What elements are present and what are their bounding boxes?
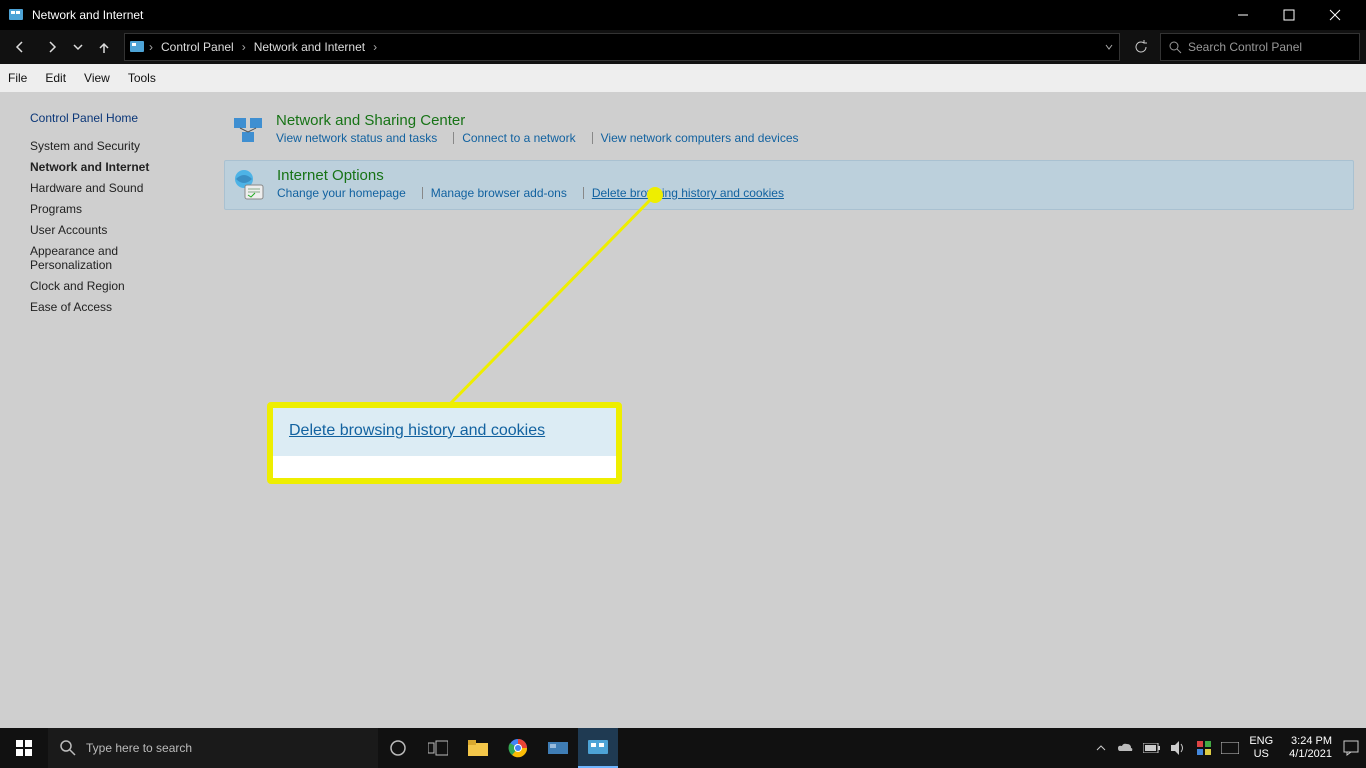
clock-date: 4/1/2021: [1289, 748, 1332, 761]
onedrive-icon[interactable]: [1117, 742, 1133, 754]
main-panel: Network and Sharing Center View network …: [212, 92, 1366, 728]
clock-time: 3:24 PM: [1291, 735, 1332, 748]
link-change-homepage[interactable]: Change your homepage: [277, 186, 414, 200]
menu-bar: File Edit View Tools: [0, 64, 1366, 92]
sidebar-item-ease-of-access[interactable]: Ease of Access: [30, 300, 194, 314]
maximize-button[interactable]: [1266, 0, 1312, 30]
content-area: Control Panel Home System and Security N…: [0, 92, 1366, 728]
notifications-icon[interactable]: [1342, 739, 1360, 757]
separator: [453, 132, 454, 144]
control-panel-window: Network and Internet › Control Panel › N…: [0, 0, 1366, 728]
security-icon[interactable]: [1197, 741, 1211, 755]
chevron-right-icon: ›: [242, 40, 246, 54]
search-input[interactable]: Search Control Panel: [1160, 33, 1360, 61]
sidebar-item-system-security[interactable]: System and Security: [30, 139, 194, 153]
lang-primary: ENG: [1249, 735, 1273, 748]
sidebar-item-clock-region[interactable]: Clock and Region: [30, 279, 194, 293]
control-panel-icon: [129, 39, 145, 55]
category-internet-options: Internet Options Change your homepage Ma…: [224, 160, 1354, 210]
file-explorer-icon[interactable]: [458, 728, 498, 768]
sidebar-item-appearance[interactable]: Appearance and Personalization: [30, 244, 150, 272]
breadcrumb-current[interactable]: Network and Internet: [250, 38, 369, 56]
back-button[interactable]: [6, 33, 34, 61]
category-network-sharing: Network and Sharing Center View network …: [224, 106, 1354, 154]
separator: [592, 132, 593, 144]
minimize-button[interactable]: [1220, 0, 1266, 30]
window-title: Network and Internet: [32, 8, 143, 22]
language-indicator[interactable]: ENG US: [1249, 735, 1273, 761]
chevron-down-icon[interactable]: [1103, 41, 1115, 53]
link-view-computers[interactable]: View network computers and devices: [601, 131, 807, 145]
taskbar-search-placeholder: Type here to search: [86, 741, 192, 755]
chevron-right-icon: ›: [149, 40, 153, 54]
up-button[interactable]: [90, 33, 118, 61]
system-tray: [1095, 741, 1239, 755]
sidebar-item-hardware-sound[interactable]: Hardware and Sound: [30, 181, 194, 195]
keyboard-icon[interactable]: [1221, 742, 1239, 754]
sidebar-item-network-internet[interactable]: Network and Internet: [30, 160, 194, 174]
sidebar: Control Panel Home System and Security N…: [0, 92, 212, 728]
refresh-button[interactable]: [1126, 33, 1156, 61]
taskbar-search[interactable]: Type here to search: [48, 728, 378, 768]
chevron-right-icon: ›: [373, 40, 377, 54]
annotation-leader-line: [444, 196, 658, 411]
annotation-callout: Delete browsing history and cookies: [267, 402, 622, 484]
lang-secondary: US: [1254, 748, 1269, 761]
breadcrumb-root[interactable]: Control Panel: [157, 38, 238, 56]
category-title[interactable]: Internet Options: [277, 167, 792, 184]
address-bar: › Control Panel › Network and Internet ›…: [0, 30, 1366, 64]
breadcrumb[interactable]: › Control Panel › Network and Internet ›: [124, 33, 1120, 61]
forward-button[interactable]: [38, 33, 66, 61]
link-view-network-status[interactable]: View network status and tasks: [276, 131, 445, 145]
annotation-dot: [647, 187, 663, 203]
menu-edit[interactable]: Edit: [45, 71, 66, 85]
control-panel-taskbar-icon[interactable]: [578, 728, 618, 768]
taskbar: Type here to search ENG US 3:24 PM 4/1/2…: [0, 728, 1366, 768]
recent-locations-button[interactable]: [70, 33, 86, 61]
internet-options-icon: [231, 167, 267, 203]
app-icon[interactable]: [538, 728, 578, 768]
sidebar-item-user-accounts[interactable]: User Accounts: [30, 223, 194, 237]
cortana-icon[interactable]: [378, 728, 418, 768]
category-title[interactable]: Network and Sharing Center: [276, 112, 807, 129]
battery-icon[interactable]: [1143, 743, 1161, 753]
link-connect-network[interactable]: Connect to a network: [462, 131, 583, 145]
annotation-label: Delete browsing history and cookies: [273, 408, 616, 456]
volume-icon[interactable]: [1171, 741, 1187, 755]
search-placeholder: Search Control Panel: [1188, 40, 1302, 54]
menu-file[interactable]: File: [8, 71, 27, 85]
chrome-icon[interactable]: [498, 728, 538, 768]
separator: [422, 187, 423, 199]
task-view-icon[interactable]: [418, 728, 458, 768]
network-sharing-icon: [230, 112, 266, 148]
menu-tools[interactable]: Tools: [128, 71, 156, 85]
search-icon: [1169, 41, 1182, 54]
sidebar-item-programs[interactable]: Programs: [30, 202, 194, 216]
start-button[interactable]: [0, 728, 48, 768]
close-button[interactable]: [1312, 0, 1358, 30]
tray-chevron-icon[interactable]: [1095, 742, 1107, 754]
control-panel-home-link[interactable]: Control Panel Home: [30, 111, 194, 125]
search-icon: [60, 740, 76, 756]
menu-view[interactable]: View: [84, 71, 110, 85]
titlebar: Network and Internet: [0, 0, 1366, 30]
control-panel-icon: [8, 7, 24, 23]
clock[interactable]: 3:24 PM 4/1/2021: [1289, 735, 1332, 761]
